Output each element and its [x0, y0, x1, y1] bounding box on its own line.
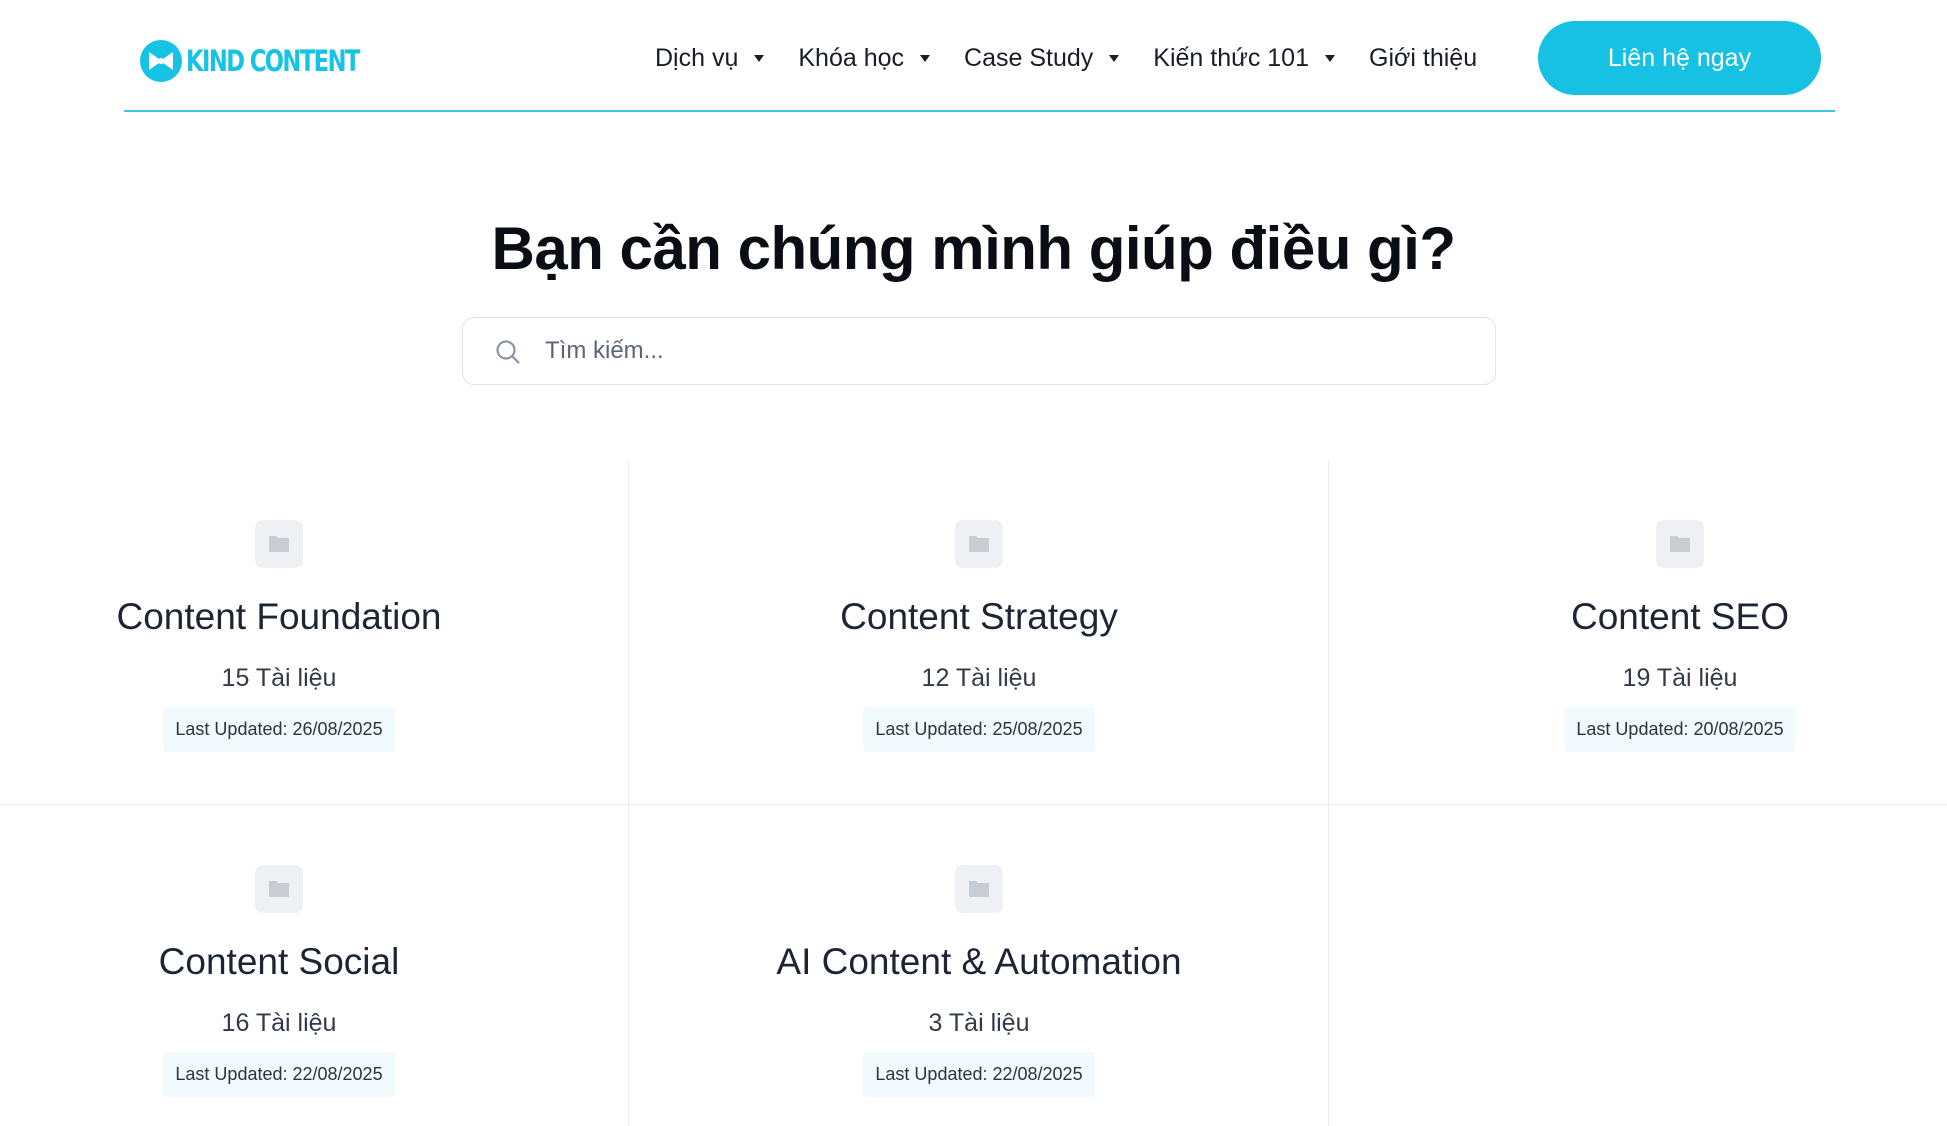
brand-logo[interactable]: KIND CONTENT [140, 40, 408, 82]
category-title: Content SEO [1570, 596, 1789, 637]
category-doc-count: 16 Tài liệu [221, 1009, 337, 1037]
main-nav: Dịch vụ Khóa học Case Study Kiến thức 10… [655, 40, 1477, 76]
caret-down-icon [920, 54, 931, 62]
grid-divider [1328, 460, 1329, 1126]
bowtie-logo-icon [140, 40, 182, 82]
category-last-updated: Last Updated: 22/08/2025 [863, 1052, 1095, 1097]
category-doc-count: 15 Tài liệu [221, 664, 337, 692]
search-box [462, 317, 1496, 385]
category-card[interactable]: Content Foundation 15 Tài liệu Last Upda… [29, 520, 529, 752]
site-header: KIND CONTENT Dịch vụ Khóa học Case Study… [124, 0, 1835, 112]
nav-item-label: Khóa học [798, 43, 905, 72]
folder-icon [955, 865, 1003, 913]
folder-icon [255, 865, 303, 913]
category-doc-count: 12 Tài liệu [921, 664, 1037, 692]
category-doc-count: 19 Tài liệu [1622, 664, 1738, 692]
category-card[interactable]: AI Content & Automation 3 Tài liệu Last … [729, 865, 1229, 1097]
nav-item-case-study[interactable]: Case Study [964, 43, 1120, 73]
caret-down-icon [1325, 54, 1335, 62]
category-title: Content Social [158, 941, 400, 982]
caret-down-icon [754, 54, 765, 62]
category-last-updated: Last Updated: 25/08/2025 [863, 707, 1095, 752]
category-card[interactable]: Content SEO 19 Tài liệu Last Updated: 20… [1430, 520, 1930, 752]
category-title: Content Foundation [116, 596, 442, 637]
category-last-updated: Last Updated: 20/08/2025 [1564, 707, 1796, 752]
category-title: Content Strategy [840, 596, 1118, 637]
grid-divider [628, 460, 629, 1126]
page-title: Bạn cần chúng mình giúp điều gì? [491, 215, 1456, 282]
search-icon [496, 340, 520, 364]
contact-now-button[interactable]: Liên hệ ngay [1538, 21, 1821, 95]
grid-divider [0, 804, 1947, 805]
nav-item-khoa-hoc[interactable]: Khóa học [798, 43, 931, 73]
nav-item-gioi-thieu[interactable]: Giới thiệu [1369, 44, 1477, 73]
category-last-updated: Last Updated: 22/08/2025 [163, 1052, 395, 1097]
nav-item-dich-vu[interactable]: Dịch vụ [655, 43, 765, 73]
nav-item-label: Case Study [964, 43, 1094, 72]
nav-item-kien-thuc-101[interactable]: Kiến thức 101 [1153, 44, 1335, 73]
nav-item-label: Kiến thức 101 [1153, 43, 1309, 72]
nav-item-label: Giới thiệu [1369, 43, 1478, 72]
category-title: AI Content & Automation [776, 941, 1182, 982]
folder-icon [1656, 520, 1704, 568]
category-card[interactable]: Content Social 16 Tài liệu Last Updated:… [29, 865, 529, 1097]
folder-icon [255, 520, 303, 568]
caret-down-icon [1109, 54, 1120, 62]
category-doc-count: 3 Tài liệu [928, 1009, 1030, 1037]
nav-item-label: Dịch vụ [655, 43, 739, 72]
brand-name: KIND CONTENT [186, 44, 360, 78]
search-input[interactable] [545, 318, 1465, 384]
folder-icon [955, 520, 1003, 568]
category-card[interactable]: Content Strategy 12 Tài liệu Last Update… [729, 520, 1229, 752]
category-last-updated: Last Updated: 26/08/2025 [163, 707, 395, 752]
